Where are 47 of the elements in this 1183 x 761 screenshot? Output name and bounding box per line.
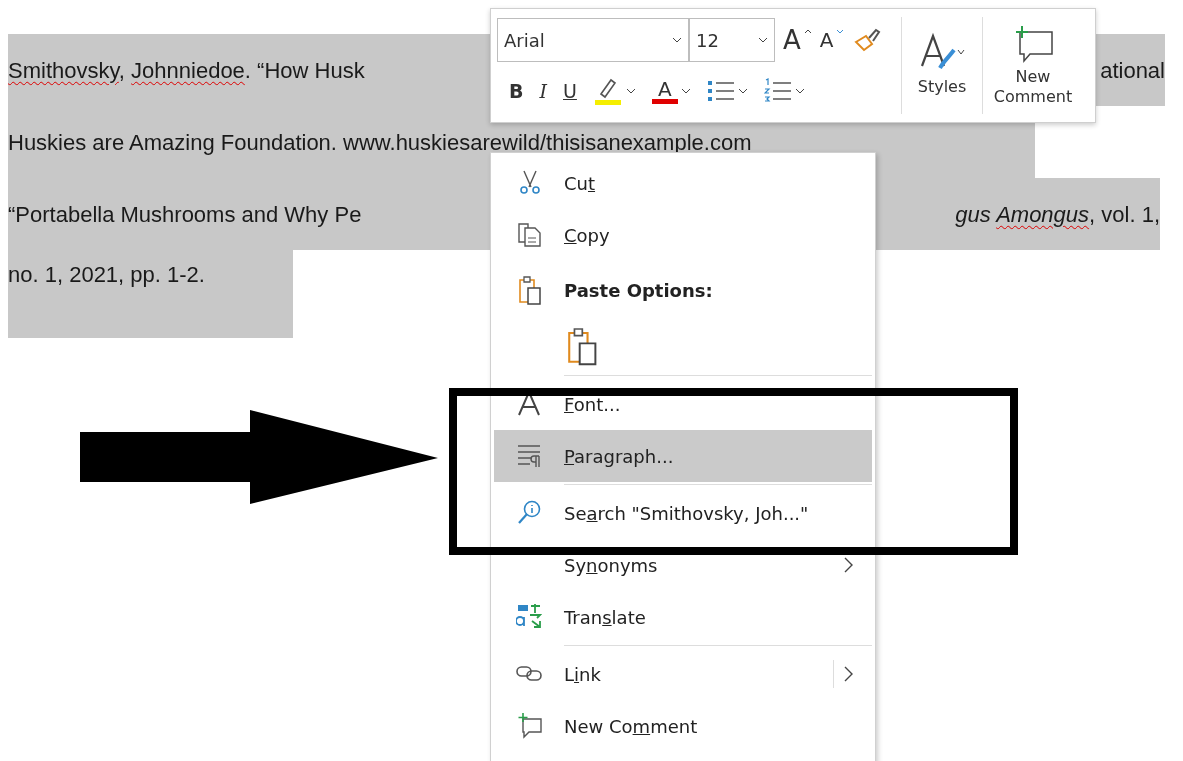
- font-name-value: Arial: [504, 28, 545, 53]
- caret-icon: [680, 88, 691, 94]
- styles-button[interactable]: Styles: [902, 9, 982, 122]
- copy-icon: [516, 221, 542, 249]
- text-line: Huskies are Amazing Foundation. www.huskiesarewild/thisisanexample.com: [8, 128, 752, 157]
- font-color-button[interactable]: A: [647, 78, 695, 104]
- caret-icon: [625, 88, 636, 94]
- menu-item[interactable]: Paragraph...: [494, 430, 872, 482]
- italic-button[interactable]: I: [535, 76, 551, 106]
- bullet-list-icon: [706, 78, 735, 104]
- underline-button[interactable]: U: [559, 76, 581, 106]
- font-size-value: 12: [696, 28, 719, 53]
- highlighter-icon: [592, 76, 623, 106]
- translate-icon: [516, 603, 542, 631]
- font-name-combo[interactable]: Arial: [497, 18, 689, 62]
- down-caret-icon: [836, 28, 845, 34]
- text-line: “Portabella Mushrooms and Why Pe: [8, 200, 362, 229]
- format-painter-icon[interactable]: [852, 26, 883, 54]
- font-color-letter: A: [658, 78, 672, 99]
- new-comment-icon: [516, 712, 542, 740]
- styles-icon: [918, 32, 966, 72]
- caret-icon: [737, 88, 748, 94]
- paragraph-icon: [516, 442, 542, 470]
- shrink-font-button[interactable]: A: [815, 20, 849, 60]
- caret-icon: [758, 37, 768, 43]
- font-size-combo[interactable]: 12: [689, 18, 775, 62]
- text-line: gus Amongus, vol. 1,: [955, 200, 1160, 229]
- new-comment-button[interactable]: New Comment: [983, 9, 1083, 122]
- up-caret-icon: [803, 28, 812, 34]
- menu-item[interactable]: Cut: [494, 157, 872, 209]
- menu-item[interactable]: New Comment: [494, 700, 872, 752]
- menu-item[interactable]: Link: [494, 648, 872, 700]
- grow-font-button[interactable]: A: [779, 20, 816, 60]
- paste-options-heading: Paste Options:: [564, 278, 713, 303]
- clipboard-icon: [516, 275, 542, 305]
- text-line: Smithovsky, Johnniedoe. “How Husk: [8, 56, 365, 85]
- menu-item[interactable]: Synonyms: [494, 539, 872, 591]
- caret-icon: [794, 88, 805, 94]
- numbered-list-icon: [763, 78, 792, 104]
- bold-button[interactable]: B: [505, 76, 528, 106]
- text-line: no. 1, 2021, pp. 1-2.: [8, 261, 205, 289]
- menu-item[interactable]: Copy: [494, 209, 872, 261]
- text-line: ational: [1100, 56, 1165, 85]
- menu-item[interactable]: Font...: [494, 378, 872, 430]
- caret-icon: [672, 37, 682, 43]
- menu-item[interactable]: Search "Smithovsky, Joh...": [494, 487, 872, 539]
- menu-item[interactable]: Translate: [494, 591, 872, 643]
